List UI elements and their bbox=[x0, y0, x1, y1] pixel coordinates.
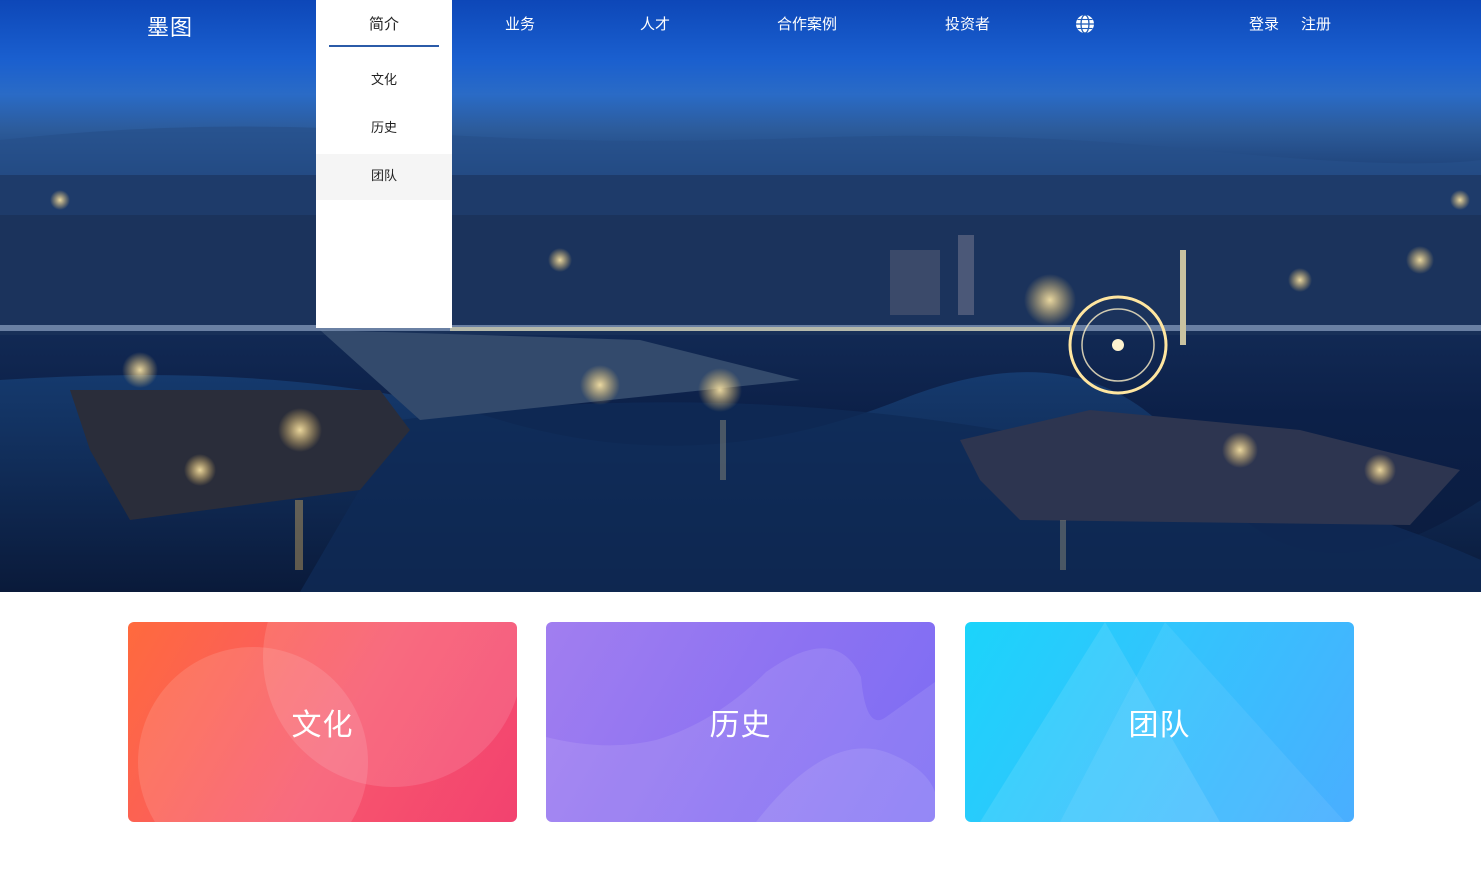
nav-item-intro[interactable]: 简介 bbox=[316, 13, 452, 34]
intro-dropdown-menu: 简介 文化 历史 团队 bbox=[316, 0, 452, 328]
nav-item-talent[interactable]: 人才 bbox=[640, 13, 670, 34]
dropdown-item-culture[interactable]: 文化 bbox=[316, 58, 452, 104]
login-link[interactable]: 登录 bbox=[1249, 13, 1279, 34]
nav-item-investors[interactable]: 投资者 bbox=[945, 13, 990, 34]
culture-card-title: 文化 bbox=[291, 708, 354, 743]
team-card-title: 团队 bbox=[1128, 708, 1191, 743]
history-card-title: 历史 bbox=[709, 708, 772, 743]
history-card[interactable]: 历史 bbox=[546, 622, 935, 822]
culture-card[interactable]: 文化 bbox=[128, 622, 517, 822]
dropdown-item-team[interactable]: 团队 bbox=[316, 154, 452, 200]
site-logo[interactable]: 墨图 bbox=[147, 10, 193, 42]
nav-item-business[interactable]: 业务 bbox=[505, 13, 535, 34]
register-link[interactable]: 注册 bbox=[1301, 13, 1331, 34]
team-card[interactable]: 团队 bbox=[965, 622, 1354, 822]
city-night-skyline-image bbox=[0, 126, 1481, 592]
hero-banner: 墨图 业务 人才 合作案例 投资者 登录 注册 bbox=[0, 0, 1481, 592]
globe-icon[interactable] bbox=[1075, 14, 1095, 34]
active-nav-underline bbox=[329, 45, 439, 47]
dropdown-item-history[interactable]: 历史 bbox=[316, 106, 452, 152]
nav-item-cases[interactable]: 合作案例 bbox=[777, 13, 837, 34]
